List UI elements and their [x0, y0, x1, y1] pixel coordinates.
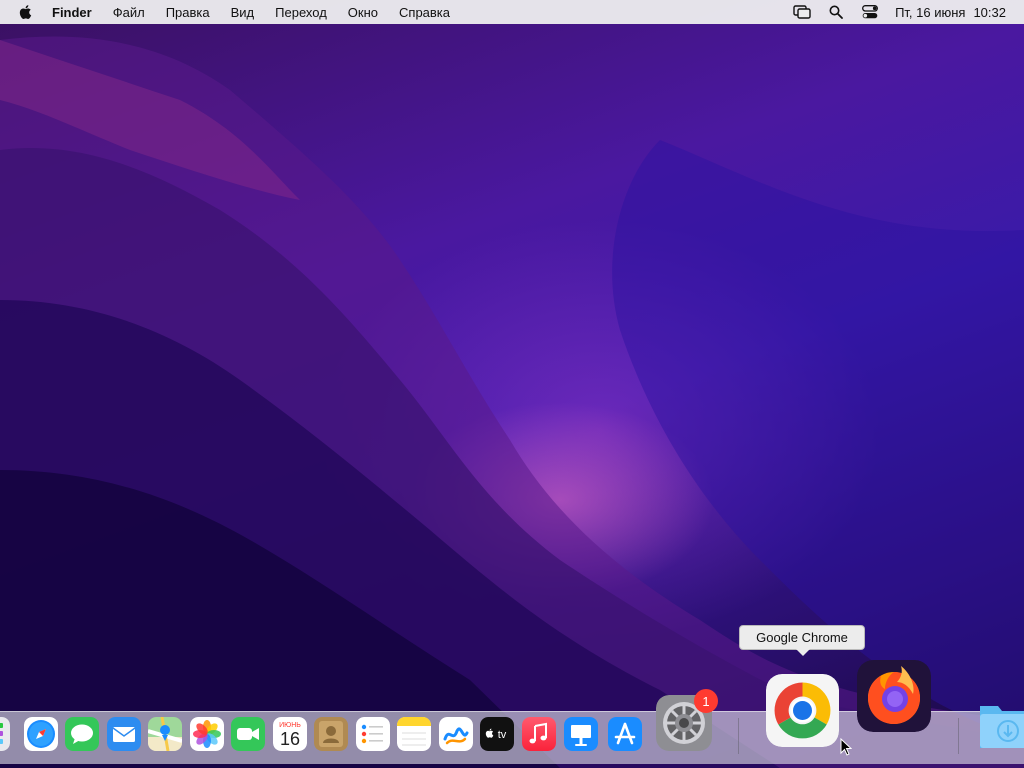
notification-badge: 1	[694, 689, 718, 713]
menu-edit[interactable]: Правка	[166, 5, 210, 20]
messages-icon[interactable]	[65, 717, 99, 751]
menu-help[interactable]: Справка	[399, 5, 450, 20]
calendar-day: 16	[280, 729, 300, 749]
menu-bar: Finder Файл Правка Вид Переход Окно Спра…	[0, 0, 1024, 24]
firefox-icon[interactable]	[857, 660, 931, 732]
menu-go[interactable]: Переход	[275, 5, 327, 20]
menu-finder[interactable]: Finder	[52, 5, 92, 20]
mouse-cursor-icon	[840, 738, 852, 756]
safari-icon[interactable]	[24, 717, 58, 751]
dock-separator	[958, 718, 959, 754]
clock-date: Пт, 16 июня	[895, 4, 966, 20]
keynote-icon[interactable]	[564, 717, 598, 751]
apple-tv-icon[interactable]: tv	[480, 717, 514, 751]
apple-tv-label: tv	[498, 729, 507, 741]
contacts-icon[interactable]	[314, 717, 348, 751]
dock-separator	[738, 718, 739, 754]
menu-view[interactable]: Вид	[231, 5, 255, 20]
menubar-status-area: Пт, 16 июня 10:32	[777, 0, 1006, 24]
downloads-folder-icon[interactable]	[978, 698, 1024, 752]
notes-icon[interactable]	[397, 717, 431, 751]
calendar-month: ИЮНЬ	[279, 722, 301, 729]
menu-file[interactable]: Файл	[113, 5, 145, 20]
screen-mirroring-icon[interactable]	[793, 3, 811, 21]
photos-icon[interactable]	[190, 717, 224, 751]
reminders-icon[interactable]	[356, 717, 390, 751]
calendar-icon[interactable]: ИЮНЬ 16	[273, 717, 307, 751]
menubar-clock[interactable]: Пт, 16 июня 10:32	[895, 5, 1006, 20]
clock-time: 10:32	[973, 4, 1006, 20]
facetime-icon[interactable]	[231, 717, 265, 751]
menu-window[interactable]: Окно	[348, 5, 378, 20]
control-center-icon[interactable]	[861, 3, 879, 21]
spotlight-search-icon[interactable]	[827, 3, 845, 21]
mail-icon[interactable]	[107, 717, 141, 751]
desktop-wallpaper	[0, 0, 1024, 768]
maps-icon[interactable]	[148, 717, 182, 751]
freeform-icon[interactable]	[439, 717, 473, 751]
launchpad-icon[interactable]	[0, 717, 10, 751]
apple-menu-icon[interactable]	[18, 4, 34, 20]
google-chrome-icon[interactable]	[766, 674, 839, 747]
app-store-icon[interactable]	[608, 717, 642, 751]
music-icon[interactable]	[522, 717, 556, 751]
dock-tooltip: Google Chrome	[739, 625, 865, 656]
